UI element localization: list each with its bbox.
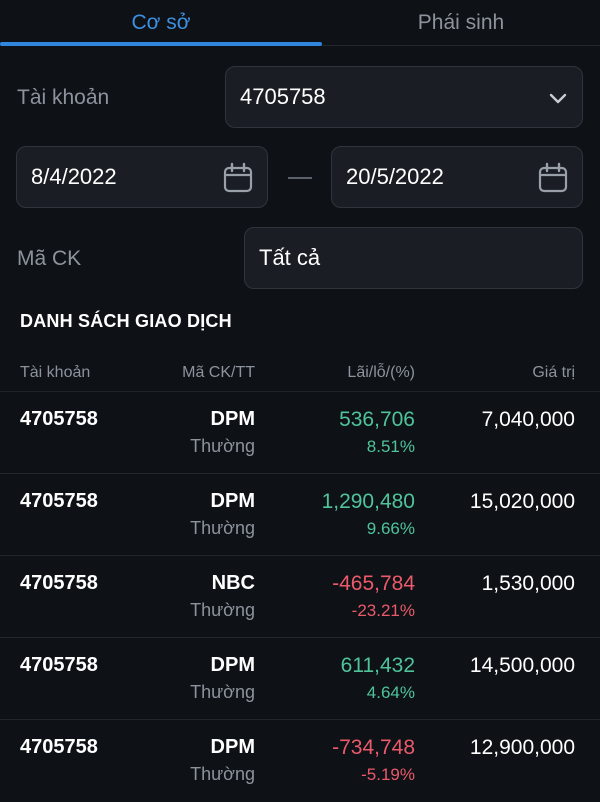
row-account: 4705758 — [20, 736, 98, 758]
row-profit-loss: -734,748 — [332, 736, 415, 759]
tab-bar: Cơ sở Phái sinh — [0, 0, 600, 46]
symbol-value: Tất cả — [259, 245, 321, 270]
row-percent: -23.21% — [351, 601, 415, 620]
date-from-input[interactable]: 8/4/2022 — [16, 146, 268, 208]
row-account: 4705758 — [20, 654, 98, 676]
row-order-type: Thường — [190, 600, 255, 620]
header-profit-loss: Lãi/lỗ/(%) — [347, 364, 415, 381]
row-symbol: NBC — [211, 572, 255, 594]
tab-phai-sinh[interactable]: Phái sinh — [322, 0, 600, 46]
account-value: 4705758 — [240, 84, 326, 109]
date-to-value: 20/5/2022 — [346, 164, 444, 189]
table-row[interactable]: 4705758 DPM Thường 536,706 8.51% 7,040,0… — [0, 392, 600, 474]
chevron-down-icon — [546, 86, 570, 110]
row-symbol: DPM — [210, 408, 255, 430]
row-profit-loss: 1,290,480 — [321, 490, 415, 513]
account-select[interactable]: 4705758 — [225, 66, 583, 128]
date-to-input[interactable]: 20/5/2022 — [331, 146, 583, 208]
row-value: 1,530,000 — [481, 572, 575, 595]
table-row[interactable]: 4705758 NBC Thường -465,784 -23.21% 1,53… — [0, 556, 600, 638]
row-order-type: Thường — [190, 436, 255, 456]
table-row[interactable]: 4705758 DPM Thường 611,432 4.64% 14,500,… — [0, 638, 600, 720]
row-account: 4705758 — [20, 572, 98, 594]
row-profit-loss: -465,784 — [332, 572, 415, 595]
row-value: 12,900,000 — [469, 736, 575, 759]
row-symbol: DPM — [210, 736, 255, 758]
date-from-value: 8/4/2022 — [31, 164, 117, 189]
header-account: Tài khoản — [20, 364, 91, 381]
symbol-label: Mã CK — [17, 247, 82, 270]
row-order-type: Thường — [190, 764, 255, 784]
section-title: DANH SÁCH GIAO DỊCH — [20, 311, 232, 331]
account-label: Tài khoản — [17, 86, 110, 109]
tab-co-so[interactable]: Cơ sở — [0, 0, 322, 46]
table-header: Tài khoản Mã CK/TT Lãi/lỗ/(%) Giá trị — [0, 358, 600, 392]
row-profit-loss: 536,706 — [339, 408, 415, 431]
row-account: 4705758 — [20, 490, 98, 512]
row-symbol: DPM — [210, 490, 255, 512]
symbol-select[interactable]: Tất cả — [244, 227, 583, 289]
row-order-type: Thường — [190, 682, 255, 702]
row-symbol: DPM — [210, 654, 255, 676]
header-value: Giá trị — [532, 364, 575, 381]
row-profit-loss: 611,432 — [340, 654, 415, 677]
calendar-icon[interactable] — [536, 162, 570, 194]
calendar-icon[interactable] — [221, 162, 255, 194]
row-value: 15,020,000 — [469, 490, 575, 513]
row-value: 7,040,000 — [481, 408, 575, 431]
row-value: 14,500,000 — [469, 654, 575, 677]
table-row[interactable]: 4705758 DPM Thường -734,748 -5.19% 12,90… — [0, 720, 600, 802]
row-percent: 9.66% — [366, 519, 415, 538]
date-range-separator — [288, 177, 312, 179]
row-account: 4705758 — [20, 408, 98, 430]
row-percent: -5.19% — [361, 765, 415, 784]
row-order-type: Thường — [190, 518, 255, 538]
row-percent: 4.64% — [366, 683, 415, 702]
header-symbol: Mã CK/TT — [182, 364, 255, 381]
table-row[interactable]: 4705758 DPM Thường 1,290,480 9.66% 15,02… — [0, 474, 600, 556]
row-percent: 8.51% — [366, 437, 415, 456]
active-tab-indicator — [0, 42, 322, 46]
